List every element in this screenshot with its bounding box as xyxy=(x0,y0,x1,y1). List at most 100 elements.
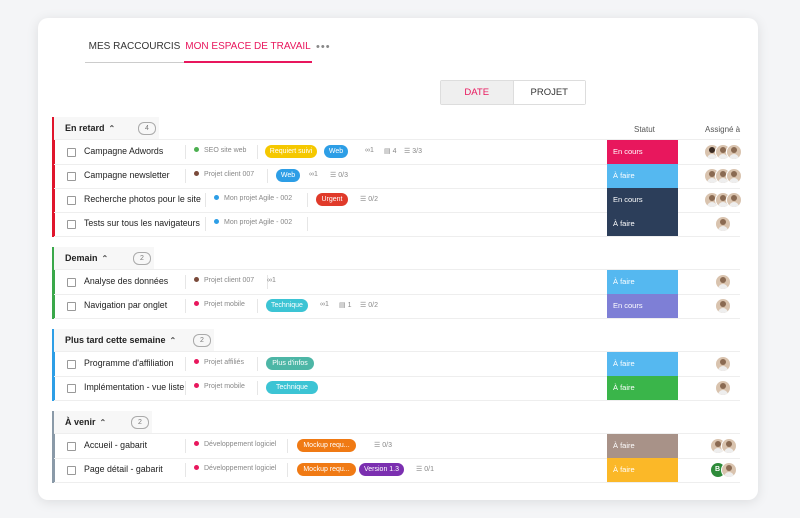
assignee-avatars[interactable] xyxy=(715,356,731,372)
task-status[interactable]: En cours xyxy=(607,140,678,164)
comment-count: ▤ 1 xyxy=(339,301,351,309)
task-status[interactable]: En cours xyxy=(607,188,678,212)
task-row[interactable]: Accueil - gabarit Développement logiciel M… xyxy=(54,434,740,459)
task-row[interactable]: Navigation par onglet Projet mobile Techni… xyxy=(54,294,740,319)
task-checkbox[interactable] xyxy=(67,196,76,205)
task-project[interactable]: Développement logiciel xyxy=(194,440,276,448)
task-checkbox[interactable] xyxy=(67,442,76,451)
task-row[interactable]: Recherche photos pour le site Mon projet … xyxy=(54,188,742,213)
task-tag[interactable]: Technique xyxy=(266,381,318,394)
task-project[interactable]: Projet client 007 xyxy=(194,170,254,178)
switch-date-button[interactable]: DATE xyxy=(441,81,514,104)
task-project[interactable]: Développement logiciel xyxy=(194,464,276,472)
task-name[interactable]: Navigation par onglet xyxy=(84,300,167,310)
task-checkbox[interactable] xyxy=(67,360,76,369)
checklist-value: 0/2 xyxy=(368,302,378,309)
column-separator xyxy=(185,357,186,371)
task-row[interactable]: Tests sur tous les navigateurs Mon projet… xyxy=(54,212,740,237)
switch-projet-button[interactable]: PROJET xyxy=(513,81,585,104)
task-tag[interactable]: Urgent xyxy=(316,193,348,206)
task-status[interactable]: À faire xyxy=(607,212,678,236)
task-status[interactable]: À faire xyxy=(607,376,678,400)
task-name[interactable]: Campagne newsletter xyxy=(84,170,170,180)
chevron-up-icon[interactable]: ⌃ xyxy=(170,330,177,352)
task-status[interactable]: À faire xyxy=(607,352,678,376)
task-row[interactable]: Programme d'affiliation Projet affiliés Pl… xyxy=(54,352,740,377)
task-name[interactable]: Programme d'affiliation xyxy=(84,358,174,368)
task-checkbox[interactable] xyxy=(67,278,76,287)
avatar[interactable] xyxy=(726,192,742,208)
task-name[interactable]: Accueil - gabarit xyxy=(84,440,147,450)
column-separator xyxy=(257,381,258,395)
task-name[interactable]: Implémentation - vue liste xyxy=(84,382,184,392)
task-checkbox[interactable] xyxy=(67,220,76,229)
task-row[interactable]: Implémentation - vue liste Projet mobile T… xyxy=(54,376,740,401)
assignee-avatars[interactable] xyxy=(704,144,742,160)
task-status[interactable]: À faire xyxy=(607,458,678,482)
task-name[interactable]: Campagne Adwords xyxy=(84,146,163,156)
task-status[interactable]: À faire xyxy=(607,270,678,294)
task-project[interactable]: SEO site web xyxy=(194,146,246,154)
task-checkbox[interactable] xyxy=(67,148,76,157)
task-row[interactable]: Campagne Adwords SEO site web Requiert sui… xyxy=(54,140,742,165)
task-project[interactable]: Projet client 007 xyxy=(194,276,254,284)
task-checkbox[interactable] xyxy=(67,466,76,475)
task-tag[interactable]: Web xyxy=(324,145,348,158)
avatar[interactable] xyxy=(715,298,731,314)
task-tag[interactable]: Web xyxy=(276,169,300,182)
task-project[interactable]: Projet affiliés xyxy=(194,358,244,366)
task-status[interactable]: À faire xyxy=(607,434,678,458)
task-project[interactable]: Projet mobile xyxy=(194,382,245,390)
task-name[interactable]: Tests sur tous les navigateurs xyxy=(84,218,200,228)
avatar[interactable] xyxy=(715,380,731,396)
avatar[interactable] xyxy=(726,144,742,160)
assignee-avatars[interactable]: B xyxy=(709,462,737,478)
section-header[interactable]: Plus tard cette semaine ⌃ 2 xyxy=(54,329,214,351)
task-name[interactable]: Page détail - gabarit xyxy=(84,464,163,474)
avatar[interactable] xyxy=(726,168,742,184)
task-tag[interactable]: Technique xyxy=(266,299,308,312)
task-checkbox[interactable] xyxy=(67,384,76,393)
task-project[interactable]: Projet mobile xyxy=(194,300,245,308)
avatar[interactable] xyxy=(720,438,737,454)
section-header[interactable]: À venir ⌃ 2 xyxy=(54,411,152,433)
assignee-avatars[interactable] xyxy=(709,438,737,454)
task-row[interactable]: Campagne newsletter Projet client 007 Web ∞… xyxy=(54,164,742,189)
task-tag[interactable]: Requiert suivi xyxy=(265,145,317,158)
chevron-up-icon[interactable]: ⌃ xyxy=(102,248,109,270)
tab-mes-raccourcis[interactable]: MES RACCOURCIS xyxy=(85,40,184,63)
assignee-avatars[interactable] xyxy=(704,192,742,208)
task-name[interactable]: Analyse des données xyxy=(84,276,168,286)
assignee-avatars[interactable] xyxy=(704,168,742,184)
task-name[interactable]: Recherche photos pour le site xyxy=(84,194,201,204)
assignee-avatars[interactable] xyxy=(715,380,731,396)
task-status[interactable]: En cours xyxy=(607,294,678,318)
task-checkbox[interactable] xyxy=(67,302,76,311)
avatar[interactable] xyxy=(720,462,737,478)
assignee-avatars[interactable] xyxy=(715,298,731,314)
more-options-icon[interactable]: ••• xyxy=(316,40,330,62)
assignee-avatars[interactable] xyxy=(715,216,731,232)
task-checkbox[interactable] xyxy=(67,172,76,181)
section-title: À venir xyxy=(65,417,96,427)
task-row[interactable]: Analyse des données Projet client 007 ∞1 À … xyxy=(54,270,740,295)
avatar[interactable] xyxy=(715,274,731,290)
task-tag[interactable]: Mockup requ... xyxy=(297,439,356,452)
task-tag[interactable]: Plus d'infos xyxy=(266,357,314,370)
tab-mon-espace-de-travail[interactable]: MON ESPACE DE TRAVAIL xyxy=(184,40,312,63)
chevron-up-icon[interactable]: ⌃ xyxy=(100,412,107,434)
task-tag[interactable]: Version 1.3 xyxy=(359,463,404,476)
task-project[interactable]: Mon projet Agile - 002 xyxy=(214,194,292,202)
task-tag[interactable]: Mockup requ... xyxy=(297,463,356,476)
task-row[interactable]: Page détail - gabarit Développement logic… xyxy=(54,458,740,483)
assignee-avatars[interactable] xyxy=(715,274,731,290)
section-header[interactable]: En retard ⌃ 4 xyxy=(54,117,159,139)
chevron-up-icon[interactable]: ⌃ xyxy=(109,118,116,140)
avatar[interactable] xyxy=(715,356,731,372)
checklist-icon: ☰ xyxy=(404,148,413,155)
section-header[interactable]: Demain ⌃ 2 xyxy=(54,247,154,269)
task-project[interactable]: Mon projet Agile - 002 xyxy=(214,218,292,226)
task-status[interactable]: À faire xyxy=(607,164,678,188)
checklist-progress: ☰ 0/3 xyxy=(374,441,392,449)
avatar[interactable] xyxy=(715,216,731,232)
